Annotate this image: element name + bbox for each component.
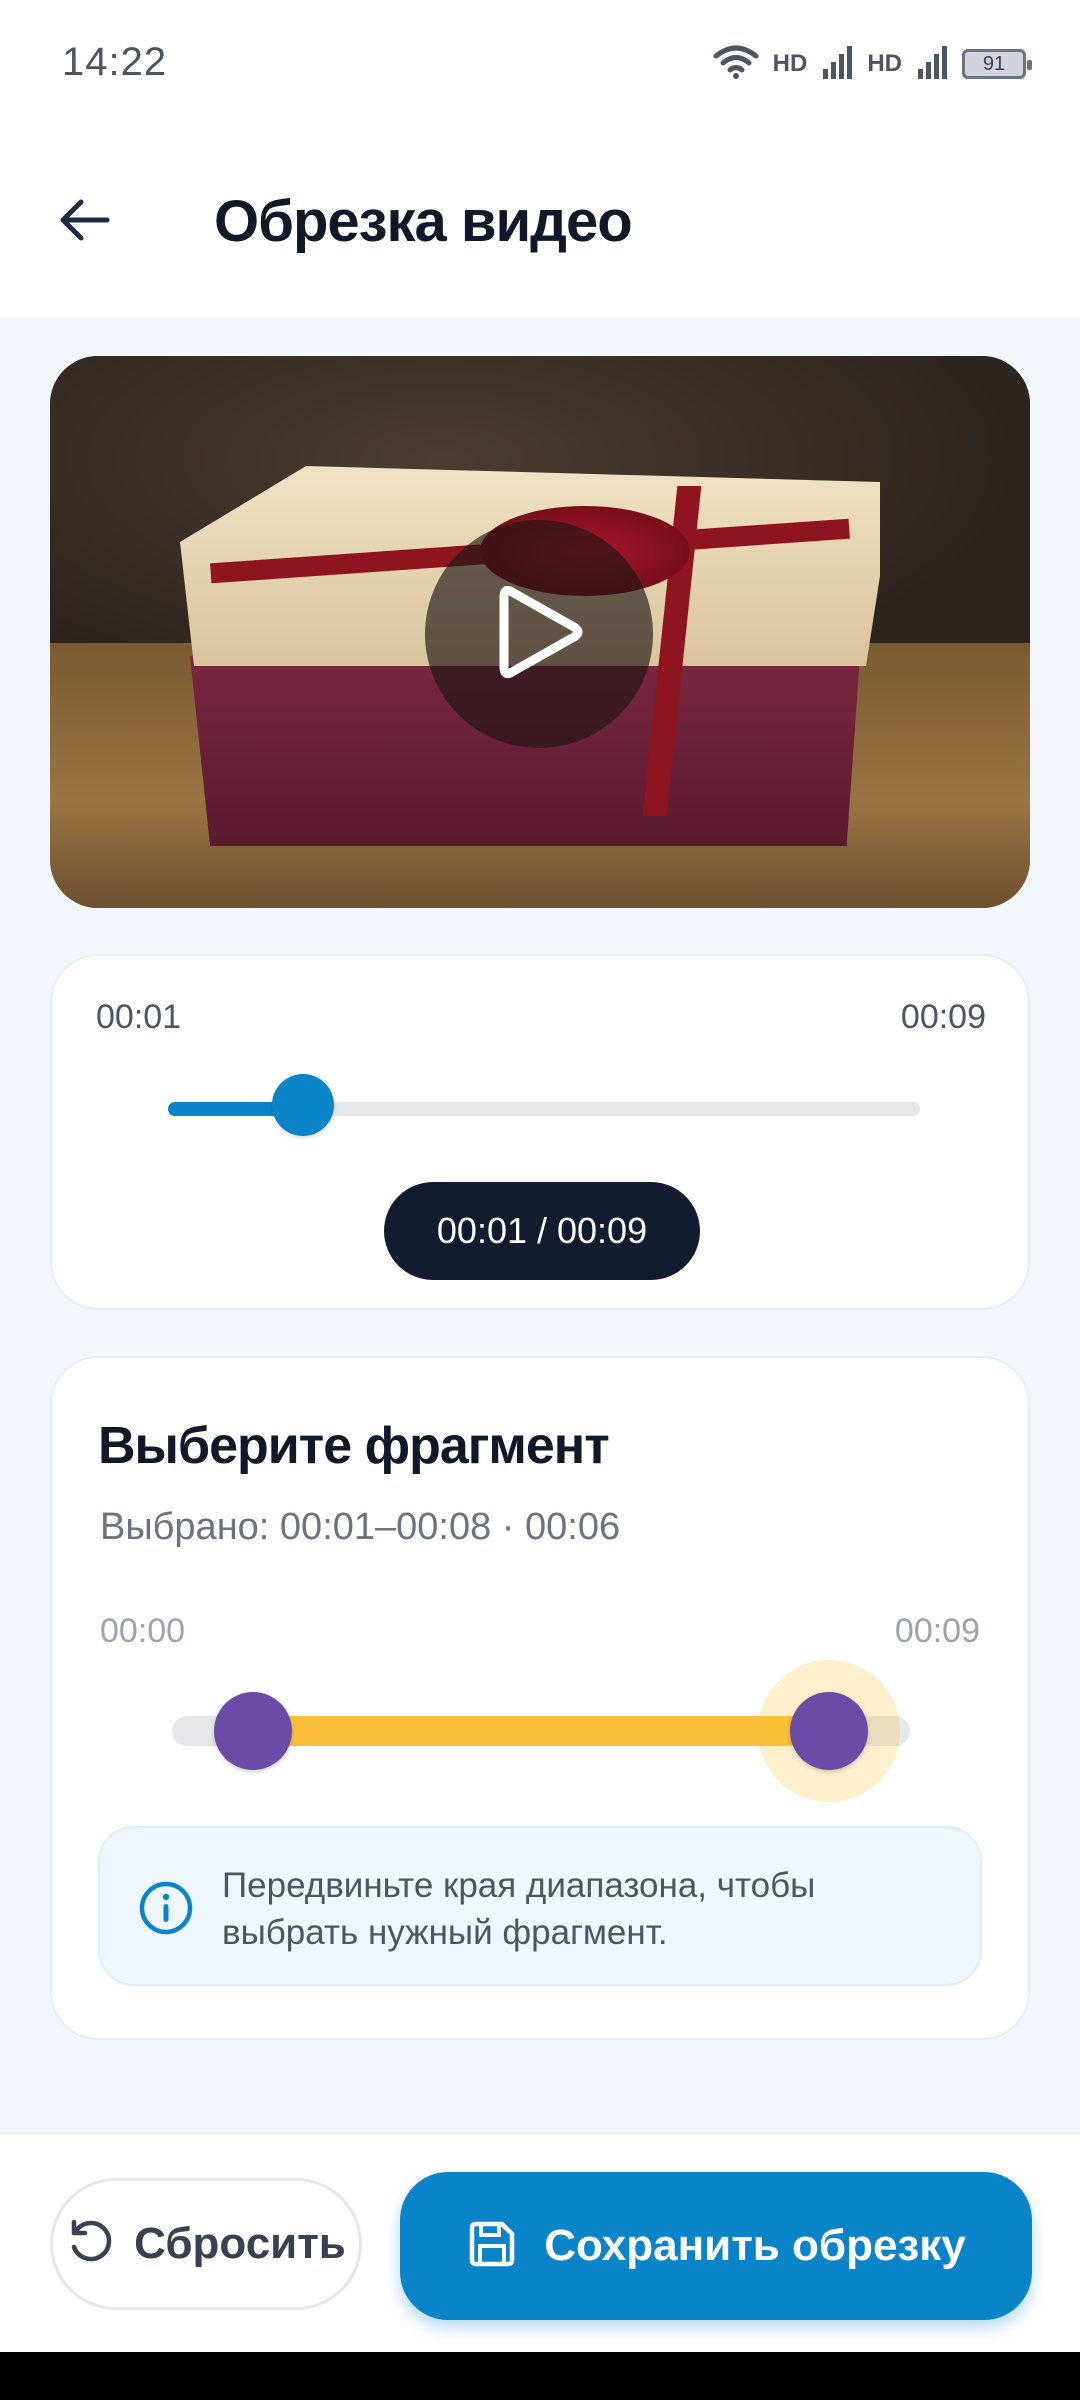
page-title: Обрезка видео — [214, 189, 633, 254]
status-icons: HD HD 91 — [713, 40, 1032, 88]
signal-icon — [916, 45, 948, 84]
range-selection — [253, 1716, 829, 1746]
network-type-label: HD — [772, 50, 808, 77]
arrow-left-icon — [57, 198, 111, 247]
reset-icon — [66, 2217, 116, 2272]
signal-icon — [821, 45, 853, 84]
system-navigation-bar — [0, 2352, 1080, 2400]
reset-button[interactable]: Сбросить — [50, 2178, 362, 2310]
save-icon — [466, 2218, 518, 2275]
network-type-label: HD — [867, 50, 902, 77]
info-hint: Передвиньте края диапазона, чтобы выбрат… — [98, 1826, 982, 1986]
playback-end-time: 00:09 — [900, 998, 986, 1036]
battery-level: 91 — [982, 52, 1006, 75]
range-start-handle[interactable] — [214, 1692, 293, 1770]
save-trim-button-label: Сохранить обрезку — [544, 2221, 966, 2270]
fragment-card: Выберите фрагмент Выбрано: 00:01–00:08 ·… — [50, 1356, 1030, 2040]
video-preview[interactable] — [50, 356, 1030, 908]
info-hint-text: Передвиньте края диапазона, чтобы выбрат… — [222, 1866, 816, 1952]
back-button[interactable] — [44, 182, 124, 262]
playback-start-time: 00:01 — [96, 998, 182, 1036]
battery-icon: 91 — [962, 49, 1032, 79]
current-time-display: 00:01 / 00:09 — [384, 1182, 700, 1280]
play-button[interactable] — [425, 520, 653, 748]
fragment-selection-summary: Выбрано: 00:01–00:08 · 00:06 — [100, 1506, 621, 1548]
range-end-time: 00:09 — [894, 1612, 980, 1650]
reset-button-label: Сбросить — [134, 2219, 346, 2268]
playback-seek-handle[interactable] — [272, 1074, 335, 1136]
status-bar: 14:22 HD HD 91 — [0, 0, 1080, 130]
status-time: 14:22 — [62, 40, 168, 84]
app-bar: Обрезка видео — [0, 130, 1080, 318]
range-end-handle[interactable] — [789, 1692, 868, 1770]
save-trim-button[interactable]: Сохранить обрезку — [400, 2172, 1032, 2320]
bottom-action-bar: Сбросить Сохранить обрезку — [0, 2132, 1080, 2352]
fragment-title: Выберите фрагмент — [98, 1417, 610, 1475]
play-icon — [494, 582, 584, 687]
wifi-icon — [713, 44, 759, 85]
playback-card: 00:01 00:09 00:01 / 00:09 — [50, 954, 1030, 1310]
range-start-time: 00:00 — [100, 1612, 186, 1650]
info-icon — [136, 1878, 196, 1938]
